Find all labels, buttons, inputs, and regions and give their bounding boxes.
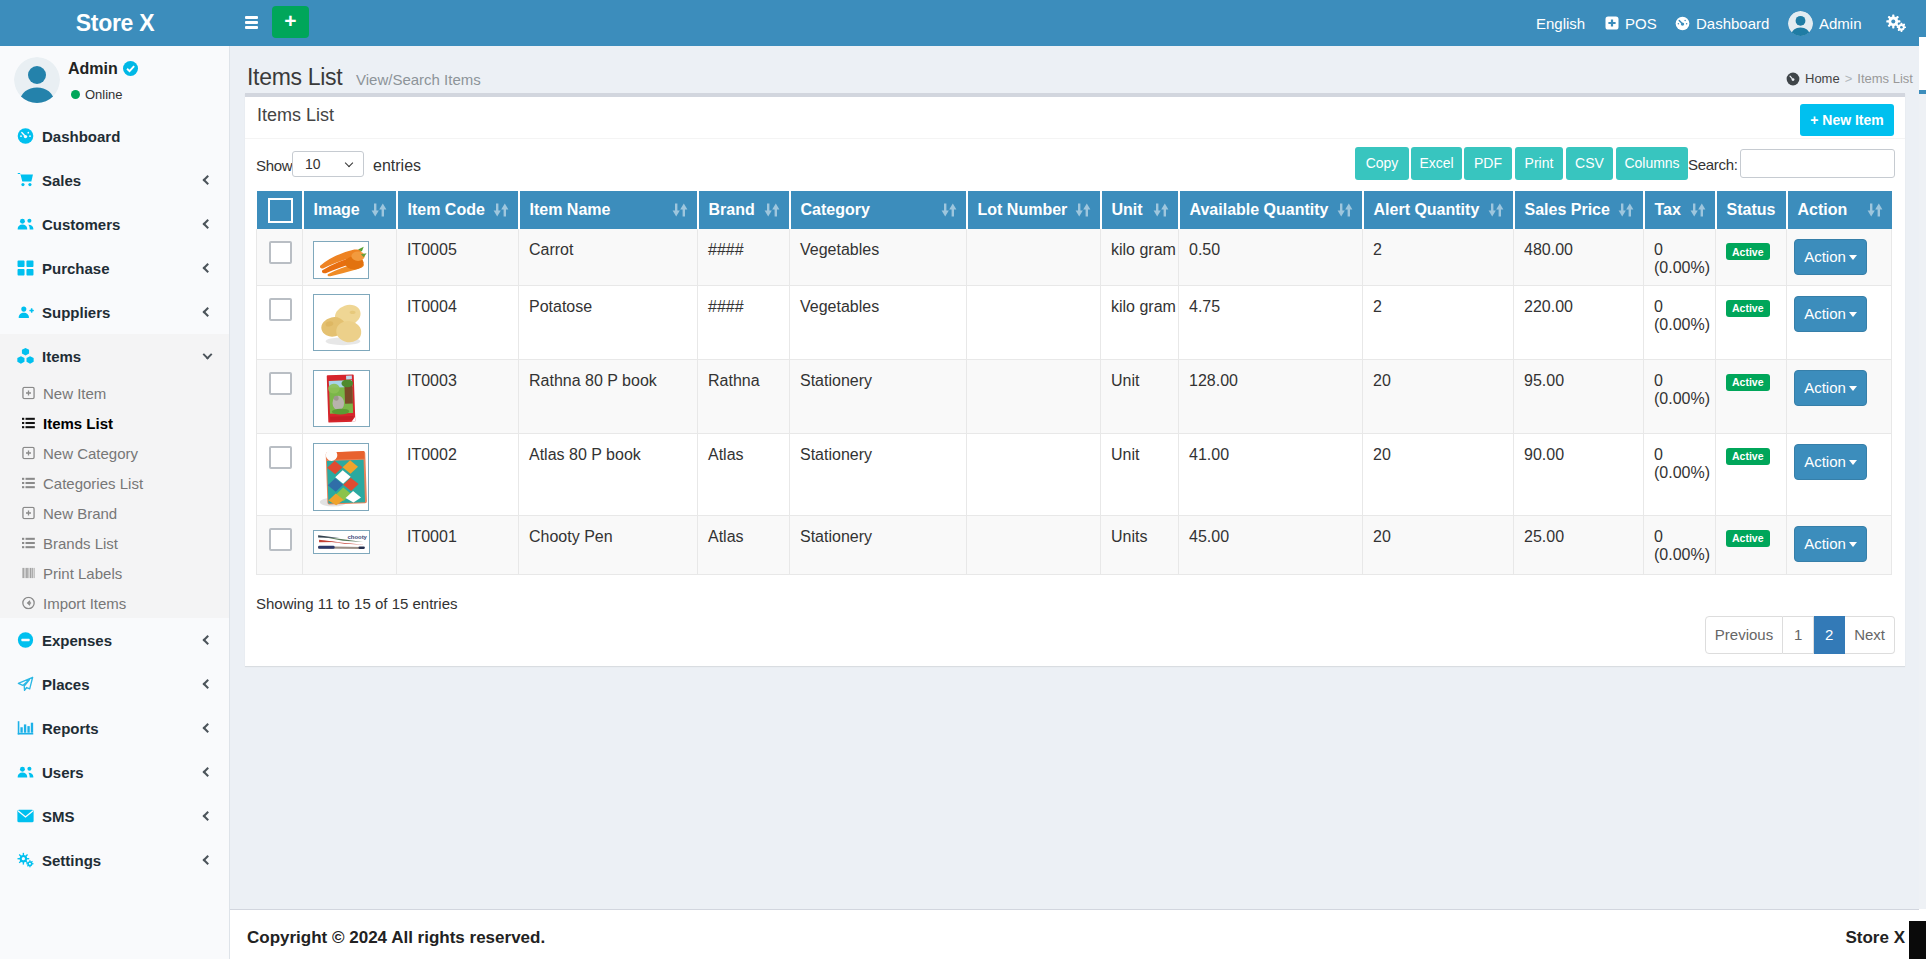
svg-text:chooty: chooty: [347, 534, 367, 540]
